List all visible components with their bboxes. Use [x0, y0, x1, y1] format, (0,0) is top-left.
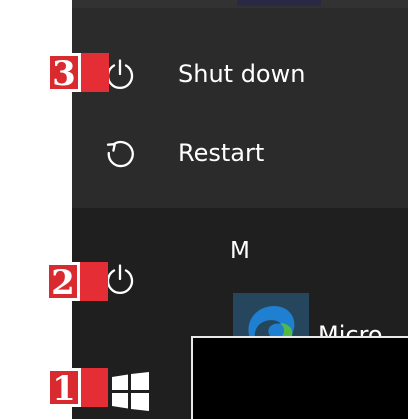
windows-icon [112, 372, 149, 411]
shut-down-label: Shut down [178, 60, 306, 88]
windows-start-button[interactable] [111, 372, 150, 411]
overlapping-window [191, 336, 408, 419]
restart-label: Restart [178, 139, 265, 167]
power-icon [106, 264, 134, 295]
step-marker-3: 3 [47, 53, 81, 92]
step-marker-1: 1 [47, 368, 81, 407]
background-edge [237, 0, 321, 6]
step-marker-2: 2 [46, 262, 80, 301]
screenshot-stage: Shut down Restart M Micro 3 2 1 [0, 0, 408, 419]
shut-down-menu-item[interactable]: Shut down [72, 42, 408, 106]
restart-icon [103, 137, 137, 171]
start-power-button[interactable] [103, 263, 137, 297]
restart-menu-item[interactable]: Restart [72, 121, 408, 185]
app-list-section-m: M [230, 238, 250, 264]
